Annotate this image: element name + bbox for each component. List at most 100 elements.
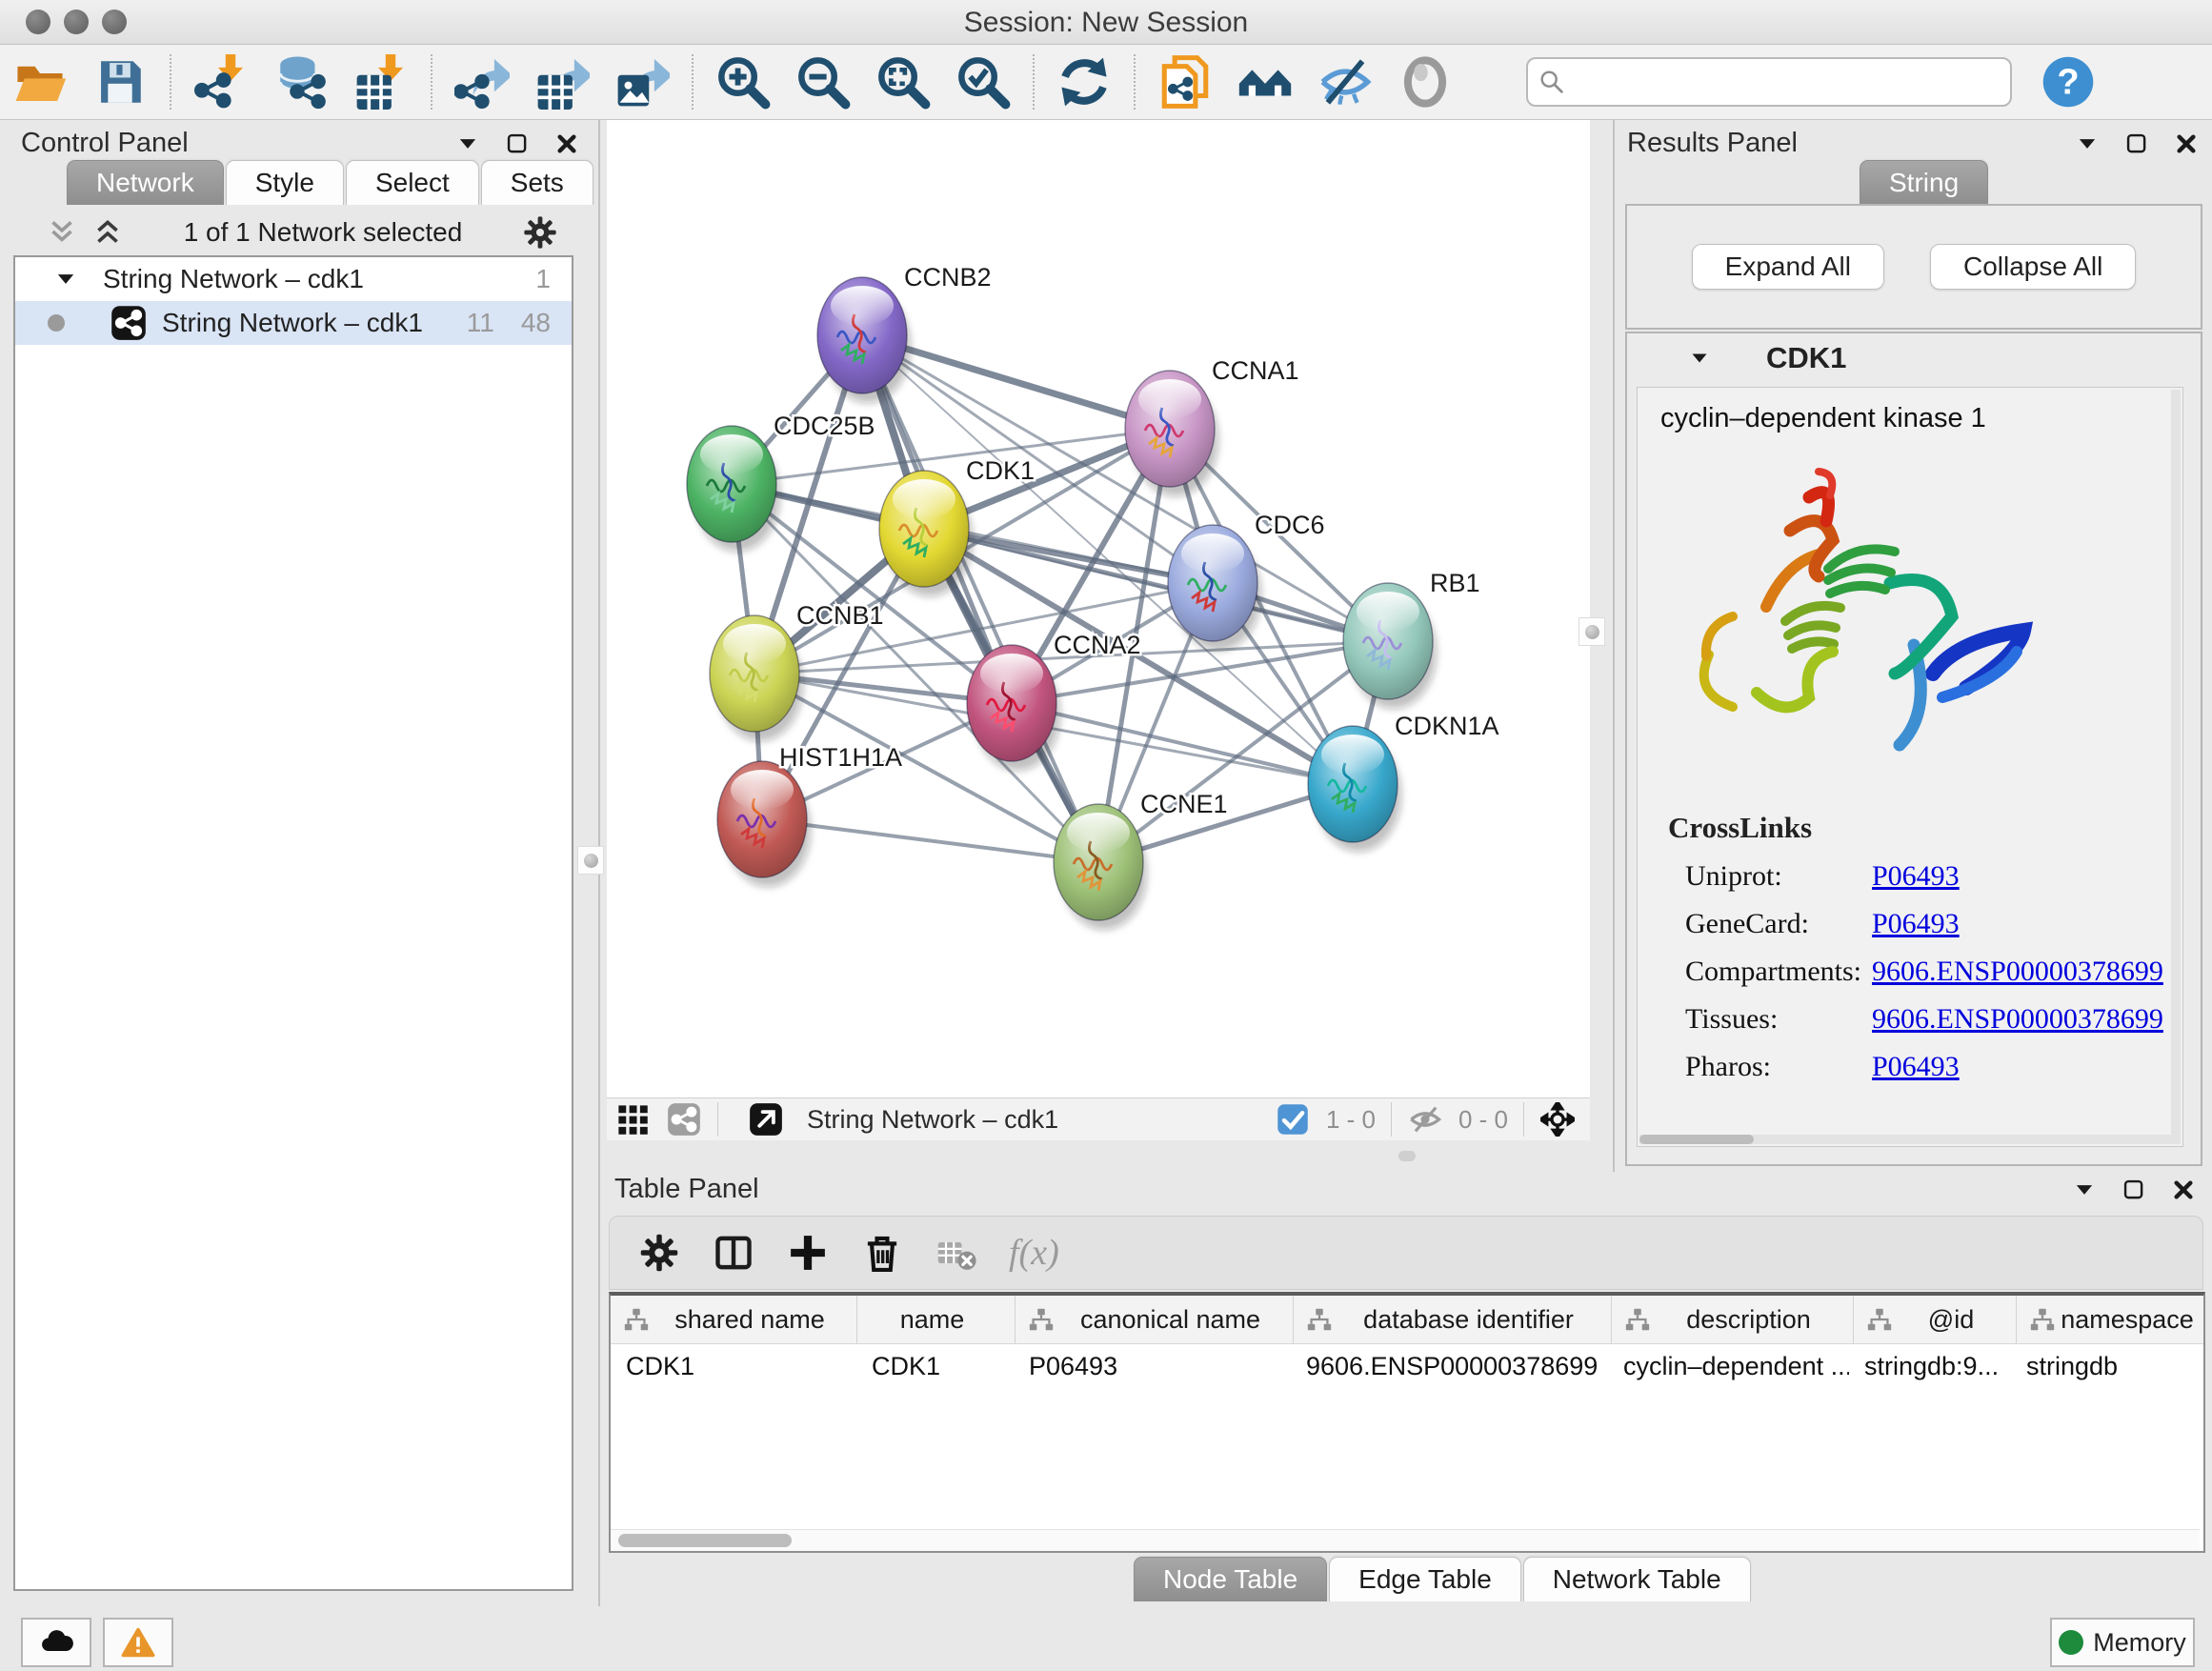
results-horizontal-scrollbar[interactable] <box>1639 1135 2173 1144</box>
show-columns-icon[interactable] <box>713 1232 754 1274</box>
network-view[interactable]: CCNB2 CCNA1 CDC25B CDK1 CDC6 RB1 CCNB1 <box>607 120 1590 1139</box>
export-network-icon[interactable] <box>452 52 512 111</box>
cell-namespace[interactable]: stringdb <box>2011 1344 2200 1390</box>
column-header-name[interactable]: name <box>857 1296 1016 1343</box>
tab-sets[interactable]: Sets <box>481 160 593 205</box>
gear-icon[interactable] <box>522 214 558 251</box>
tab-node-table[interactable]: Node Table <box>1134 1557 1327 1601</box>
panel-menu-icon[interactable] <box>455 131 480 156</box>
network-node-RB1[interactable]: RB1 <box>1343 569 1480 709</box>
network-node-CDC6[interactable]: CDC6 <box>1168 511 1325 651</box>
network-collection-row[interactable]: String Network – cdk1 1 <box>15 257 572 301</box>
network-node-CCNE1[interactable]: CCNE1 <box>1054 790 1228 930</box>
panel-menu-icon[interactable] <box>2075 131 2100 156</box>
tab-network-table[interactable]: Network Table <box>1523 1557 1751 1601</box>
crosslink-link[interactable]: P06493 <box>1872 908 1960 940</box>
network-badge-gray-icon[interactable] <box>667 1102 701 1137</box>
table-settings-gear-icon[interactable] <box>638 1232 680 1274</box>
column-header-database-identifier[interactable]: database identifier <box>1294 1296 1612 1343</box>
zoom-in-icon[interactable] <box>714 52 773 111</box>
hide-selected-icon[interactable] <box>1316 52 1375 111</box>
crosslink-link[interactable]: 9606.ENSP00000378699 <box>1872 1003 2163 1036</box>
results-vertical-scrollbar[interactable] <box>2171 390 2181 1144</box>
node-table[interactable]: shared namenamecanonical namedatabase id… <box>609 1292 2205 1553</box>
float-panel-icon[interactable] <box>505 131 530 156</box>
network-node-CDKN1A[interactable]: CDKN1A <box>1308 712 1499 852</box>
table-horizontal-scrollbar[interactable] <box>611 1529 2200 1551</box>
right-splitter[interactable] <box>1613 120 1615 1172</box>
fit-content-icon[interactable] <box>1540 1102 1575 1137</box>
network-node-CCNA1[interactable]: CCNA1 <box>1125 356 1299 496</box>
selected-checkbox-icon[interactable] <box>1276 1102 1310 1137</box>
cell-name[interactable]: CDK1 <box>856 1344 1014 1390</box>
column-header-description[interactable]: description <box>1612 1296 1854 1343</box>
tab-style[interactable]: Style <box>226 160 344 205</box>
float-panel-icon[interactable] <box>2122 1178 2146 1202</box>
refresh-icon[interactable] <box>1055 52 1114 111</box>
float-panel-icon[interactable] <box>2124 131 2149 156</box>
cell-database-identifier[interactable]: 9606.ENSP00000378699 <box>1291 1344 1608 1390</box>
close-panel-icon[interactable] <box>554 131 579 156</box>
delete-column-trash-icon[interactable] <box>861 1232 903 1274</box>
cloud-button[interactable] <box>21 1618 91 1667</box>
close-panel-icon[interactable] <box>2174 131 2199 156</box>
cell-shared-name[interactable]: CDK1 <box>611 1344 856 1390</box>
network-row[interactable]: String Network – cdk1 11 48 <box>15 301 572 345</box>
first-neighbors-icon[interactable] <box>1236 52 1295 111</box>
column-header-canonical-name[interactable]: canonical name <box>1016 1296 1294 1343</box>
tab-select[interactable]: Select <box>346 160 479 205</box>
column-header-namespace[interactable]: namespace <box>2017 1296 2205 1343</box>
bottom-splitter-handle[interactable] <box>1398 1151 1416 1161</box>
grid-view-icon[interactable] <box>615 1102 650 1137</box>
save-icon[interactable] <box>90 52 150 111</box>
column-header-shared-name[interactable]: shared name <box>611 1296 857 1343</box>
right-splitter-handle[interactable] <box>1579 617 1605 646</box>
panel-menu-icon[interactable] <box>2072 1178 2097 1202</box>
show-all-icon[interactable] <box>1396 52 1455 111</box>
crosslink-link[interactable]: 9606.ENSP00000378699 <box>1872 956 2163 988</box>
network-node-CDK1[interactable]: CDK1 <box>879 456 1035 596</box>
help-button[interactable]: ? <box>2039 52 2098 111</box>
tab-string[interactable]: String <box>1860 160 1988 205</box>
hidden-eye-icon[interactable] <box>1408 1102 1442 1137</box>
crosslink-link[interactable]: P06493 <box>1872 860 1960 893</box>
tree-expander-icon[interactable] <box>53 267 78 292</box>
warnings-button[interactable] <box>103 1618 173 1667</box>
network-node-HIST1H1A[interactable]: HIST1H1A <box>717 743 902 887</box>
left-splitter-handle[interactable] <box>577 846 604 875</box>
clone-network-icon[interactable] <box>1156 52 1215 111</box>
export-table-icon[interactable] <box>533 52 592 111</box>
add-column-icon[interactable] <box>787 1232 829 1274</box>
network-node-CCNB1[interactable]: CCNB1 <box>710 601 884 741</box>
table-row[interactable]: CDK1CDK1P064939606.ENSP00000378699cyclin… <box>611 1344 2203 1390</box>
export-image-icon[interactable] <box>613 52 672 111</box>
zoom-fit-icon[interactable] <box>874 52 933 111</box>
crosslink-link[interactable]: P06493 <box>1872 1051 1960 1083</box>
expand-all-button[interactable]: Expand All <box>1692 244 1884 290</box>
cell-@id[interactable]: stringdb:9... <box>1849 1344 2011 1390</box>
tab-edge-table[interactable]: Edge Table <box>1329 1557 1521 1601</box>
gene-section-header[interactable]: CDK1 <box>1627 333 2201 383</box>
network-node-CDC25B[interactable]: CDC25B <box>687 412 875 552</box>
network-node-CCNB2[interactable]: CCNB2 <box>817 263 992 403</box>
cell-description[interactable]: cyclin–dependent ... <box>1608 1344 1849 1390</box>
import-network-icon[interactable] <box>191 52 251 111</box>
search-box[interactable] <box>1526 57 2012 107</box>
network-canvas[interactable]: CCNB2 CCNA1 CDC25B CDK1 CDC6 RB1 CCNB1 <box>607 124 1590 1097</box>
expand-all-icon[interactable] <box>91 216 124 249</box>
section-collapse-icon[interactable] <box>1688 347 1711 370</box>
detach-view-icon[interactable] <box>749 1102 783 1137</box>
open-folder-icon[interactable] <box>10 52 70 111</box>
cell-canonical-name[interactable]: P06493 <box>1014 1344 1291 1390</box>
zoom-out-icon[interactable] <box>794 52 853 111</box>
close-panel-icon[interactable] <box>2171 1178 2196 1202</box>
search-input[interactable] <box>1566 62 2010 102</box>
import-table-icon[interactable] <box>352 52 411 111</box>
collapse-all-icon[interactable] <box>46 216 78 249</box>
tab-network[interactable]: Network <box>67 160 224 205</box>
zoom-selected-icon[interactable] <box>954 52 1013 111</box>
import-database-icon[interactable] <box>271 52 331 111</box>
column-header-@id[interactable]: @id <box>1854 1296 2017 1343</box>
collapse-all-button[interactable]: Collapse All <box>1930 244 2136 290</box>
memory-button[interactable]: Memory <box>2050 1618 2195 1667</box>
